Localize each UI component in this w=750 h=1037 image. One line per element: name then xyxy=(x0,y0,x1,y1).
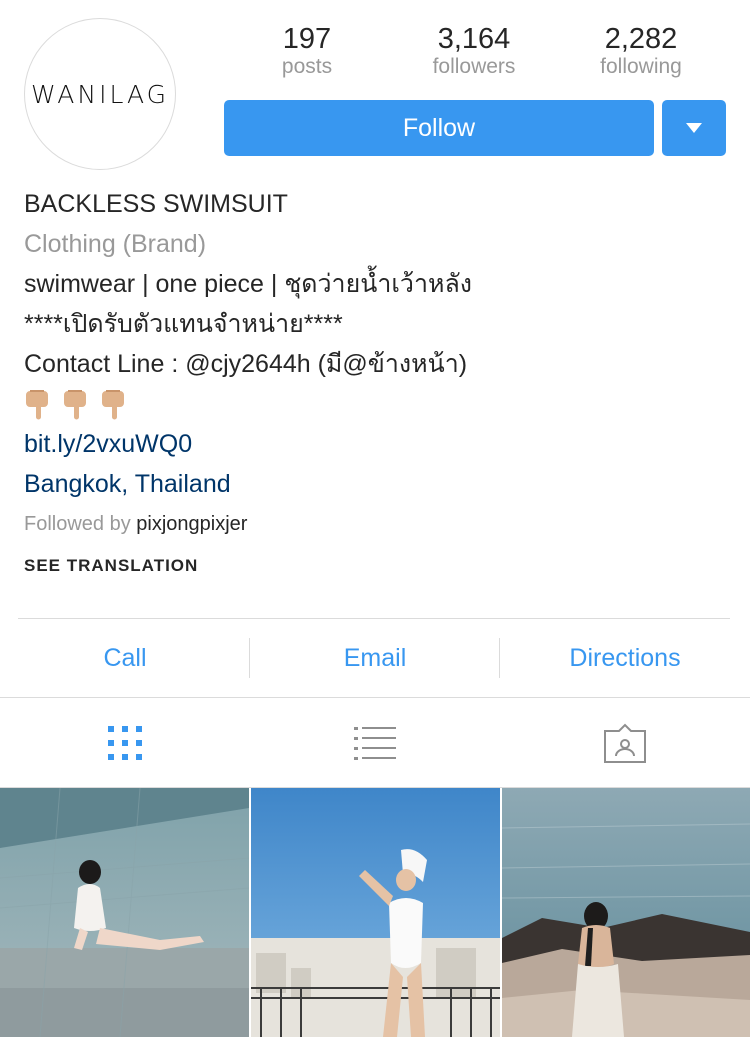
followed-by-prefix: Followed by xyxy=(24,513,131,535)
posts-count: 197 xyxy=(282,23,332,55)
pointing-down-emojis xyxy=(24,384,724,424)
followers-label: followers xyxy=(432,55,516,78)
call-button[interactable]: Call xyxy=(0,620,250,696)
chevron-down-icon xyxy=(686,123,702,133)
profile-location-link[interactable]: Bangkok, Thailand xyxy=(24,464,724,504)
email-button[interactable]: Email xyxy=(250,620,500,696)
bio-line: swimwear | one piece | ชุดว่ายน้ำเว้าหลั… xyxy=(24,270,472,298)
profile-avatar[interactable]: WANILAG xyxy=(24,18,176,170)
post-image xyxy=(251,788,500,1037)
pointing-down-hand-icon xyxy=(102,390,124,420)
pointing-down-hand-icon xyxy=(26,390,48,420)
profile-category: Clothing (Brand) xyxy=(24,230,207,258)
avatar-logo-text: WANILAG xyxy=(30,79,170,109)
post-thumbnail[interactable] xyxy=(0,788,249,1037)
followed-by: Followed by pixjongpixjer xyxy=(24,504,724,544)
followers-stat[interactable]: 3,164 followers xyxy=(399,22,549,78)
profile-bio: BACKLESS SWIMSUIT Clothing (Brand) swimw… xyxy=(24,184,724,544)
divider xyxy=(18,618,730,619)
followed-by-user[interactable]: pixjongpixjer xyxy=(136,513,247,535)
follow-button[interactable]: Follow xyxy=(224,100,654,156)
tab-tagged[interactable] xyxy=(500,698,750,788)
post-thumbnail[interactable] xyxy=(251,788,500,1037)
suggestions-dropdown-button[interactable] xyxy=(662,100,726,156)
following-label: following xyxy=(600,55,682,78)
tab-list[interactable] xyxy=(250,698,500,788)
following-stat[interactable]: 2,282 following xyxy=(566,22,716,78)
profile-website-link[interactable]: bit.ly/2vxuWQ0 xyxy=(24,424,724,464)
posts-stat[interactable]: 197 posts xyxy=(232,22,382,78)
post-image xyxy=(502,788,750,1037)
bio-line: Contact Line : @cjy2644h (มี@ข้างหน้า) xyxy=(24,350,468,378)
bio-line: ****เปิดรับตัวแทนจำหน่าย**** xyxy=(24,310,343,338)
posts-label: posts xyxy=(281,55,333,78)
grid-icon xyxy=(108,726,142,760)
list-icon xyxy=(354,727,396,760)
following-count: 2,282 xyxy=(604,23,678,55)
profile-name: BACKLESS SWIMSUIT xyxy=(24,190,288,218)
post-image xyxy=(0,788,249,1037)
tab-grid[interactable] xyxy=(0,698,250,788)
directions-button[interactable]: Directions xyxy=(500,620,750,696)
see-translation-button[interactable]: SEE TRANSLATION xyxy=(24,556,198,576)
followers-count: 3,164 xyxy=(437,23,511,55)
profile-tabs xyxy=(0,698,750,788)
pointing-down-hand-icon xyxy=(64,390,86,420)
post-thumbnail[interactable] xyxy=(502,788,750,1037)
tagged-icon xyxy=(604,723,646,763)
